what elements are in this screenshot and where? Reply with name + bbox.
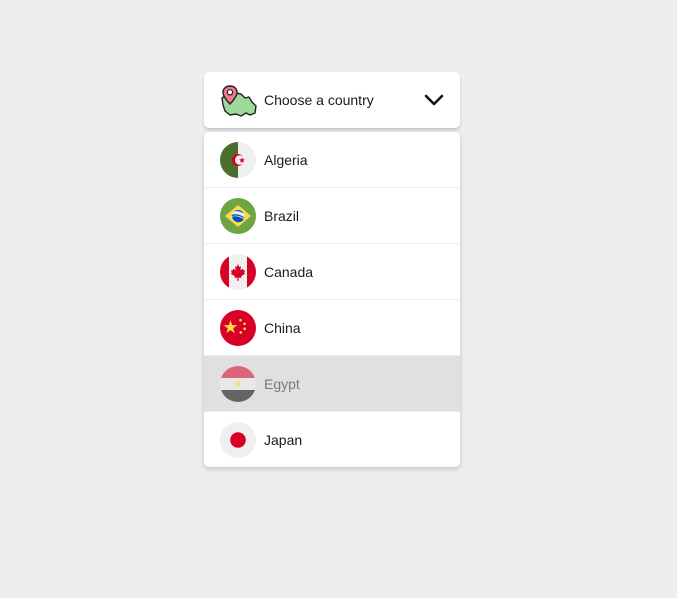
country-select-trigger[interactable]: Choose a country xyxy=(204,72,460,128)
algeria-flag-icon xyxy=(220,142,256,178)
option-canada[interactable]: Canada xyxy=(204,244,460,300)
country-select: Choose a country Algeria Brazil Canada C… xyxy=(204,72,460,467)
option-japan[interactable]: Japan xyxy=(204,412,460,467)
option-china[interactable]: China xyxy=(204,300,460,356)
option-label: Egypt xyxy=(264,376,300,392)
select-placeholder: Choose a country xyxy=(264,92,374,108)
option-label: Brazil xyxy=(264,208,300,224)
map-pin-icon xyxy=(221,85,257,117)
option-label: China xyxy=(264,320,301,336)
chevron-down-icon[interactable] xyxy=(424,93,444,107)
brazil-flag-icon xyxy=(220,198,256,234)
option-label: Algeria xyxy=(264,152,308,168)
china-flag-icon xyxy=(220,310,256,346)
option-brazil[interactable]: Brazil xyxy=(204,188,460,244)
egypt-flag-icon xyxy=(220,366,256,402)
option-label: Canada xyxy=(264,264,314,280)
japan-flag-icon xyxy=(220,422,256,458)
option-label: Japan xyxy=(264,432,303,448)
country-dropdown-list: Algeria Brazil Canada China Egypt Japan xyxy=(204,132,460,467)
option-egypt[interactable]: Egypt xyxy=(204,356,460,412)
canada-flag-icon xyxy=(220,254,256,290)
option-algeria[interactable]: Algeria xyxy=(204,132,460,188)
